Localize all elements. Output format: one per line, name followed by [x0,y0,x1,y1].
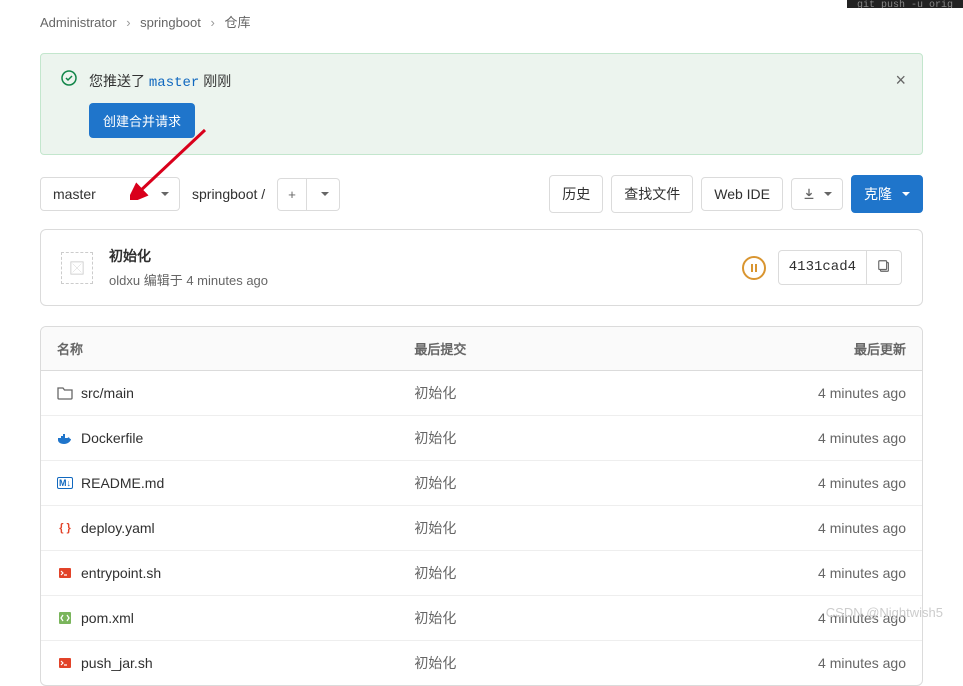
col-last-update: 最后更新 [614,327,922,371]
find-file-button[interactable]: 查找文件 [611,175,693,213]
avatar [61,252,93,284]
alert-text: 您推送了 master 刚刚 [89,71,231,91]
download-icon [802,187,816,201]
close-icon[interactable]: × [895,70,906,91]
clipboard-icon [877,259,891,273]
sh-icon [57,565,73,581]
breadcrumb: Administrator › springboot › 仓库 [40,0,923,43]
file-update-cell: 4 minutes ago [614,551,922,596]
create-merge-request-button[interactable]: 创建合并请求 [89,103,195,138]
file-name-cell[interactable]: src/main [57,385,382,401]
file-name-cell[interactable]: entrypoint.sh [57,565,382,581]
path-root[interactable]: springboot [192,186,257,202]
table-row: Dockerfile 初始化 4 minutes ago [41,416,922,461]
file-update-cell: 4 minutes ago [614,371,922,416]
commit-title[interactable]: 初始化 [109,246,726,266]
col-last-commit: 最后提交 [398,327,614,371]
file-tree-table: 名称 最后提交 最后更新 src/main 初始化 4 minutes ago … [40,326,923,686]
branch-selector[interactable]: master [40,177,180,211]
file-commit-cell[interactable]: 初始化 [398,596,614,641]
col-name: 名称 [41,327,398,371]
commit-sha[interactable]: 4131cad4 [778,250,867,285]
breadcrumb-link-project[interactable]: springboot [140,15,201,30]
watermark: CSDN @Nightwish5 [826,605,943,620]
file-name-cell[interactable]: M↓README.md [57,475,382,491]
breadcrumb-link-admin[interactable]: Administrator [40,15,117,30]
file-update-cell: 4 minutes ago [614,506,922,551]
file-name-cell[interactable]: push_jar.sh [57,655,382,671]
file-name-cell[interactable]: Dockerfile [57,430,382,446]
last-commit-box: 初始化 oldxu 编辑于 4 minutes ago 4131cad4 [40,229,923,306]
table-row: M↓README.md 初始化 4 minutes ago [41,461,922,506]
table-row: { }deploy.yaml 初始化 4 minutes ago [41,506,922,551]
file-commit-cell[interactable]: 初始化 [398,416,614,461]
sh-icon [57,655,73,671]
file-commit-cell[interactable]: 初始化 [398,641,614,685]
breadcrumb-current: 仓库 [224,15,250,30]
breadcrumb-separator: › [126,15,130,30]
pipeline-status-icon[interactable] [742,256,766,280]
copy-sha-button[interactable] [867,250,902,285]
folder-icon [57,385,73,401]
download-button[interactable] [791,178,843,210]
file-update-cell: 4 minutes ago [614,461,922,506]
table-row: src/main 初始化 4 minutes ago [41,371,922,416]
chevron-down-icon[interactable] [307,178,340,211]
repository-toolbar: master springboot / + 历史 查找文件 Web IDE 克隆 [40,175,923,213]
md-icon: M↓ [57,475,73,491]
file-update-cell: 4 minutes ago [614,641,922,685]
plus-icon[interactable]: + [277,178,307,211]
commit-meta: oldxu 编辑于 4 minutes ago [109,270,726,289]
history-button[interactable]: 历史 [549,175,603,213]
file-update-cell: 4 minutes ago [614,416,922,461]
file-commit-cell[interactable]: 初始化 [398,506,614,551]
terminal-snippet: git push -u orig [847,0,963,8]
table-row: pom.xml 初始化 4 minutes ago [41,596,922,641]
file-name-cell[interactable]: pom.xml [57,610,382,626]
file-commit-cell[interactable]: 初始化 [398,461,614,506]
table-row: push_jar.sh 初始化 4 minutes ago [41,641,922,685]
docker-icon [57,430,73,446]
clone-button[interactable]: 克隆 [851,175,923,213]
breadcrumb-separator: › [211,15,215,30]
path-breadcrumb: springboot / [192,186,265,202]
push-alert: 您推送了 master 刚刚 × 创建合并请求 [40,53,923,155]
table-row: entrypoint.sh 初始化 4 minutes ago [41,551,922,596]
file-commit-cell[interactable]: 初始化 [398,371,614,416]
file-name-cell[interactable]: { }deploy.yaml [57,520,382,536]
yaml-icon: { } [57,520,73,536]
xml-icon [57,610,73,626]
web-ide-button[interactable]: Web IDE [701,177,783,211]
add-dropdown[interactable]: + [277,178,340,211]
check-circle-icon [61,70,77,91]
file-commit-cell[interactable]: 初始化 [398,551,614,596]
